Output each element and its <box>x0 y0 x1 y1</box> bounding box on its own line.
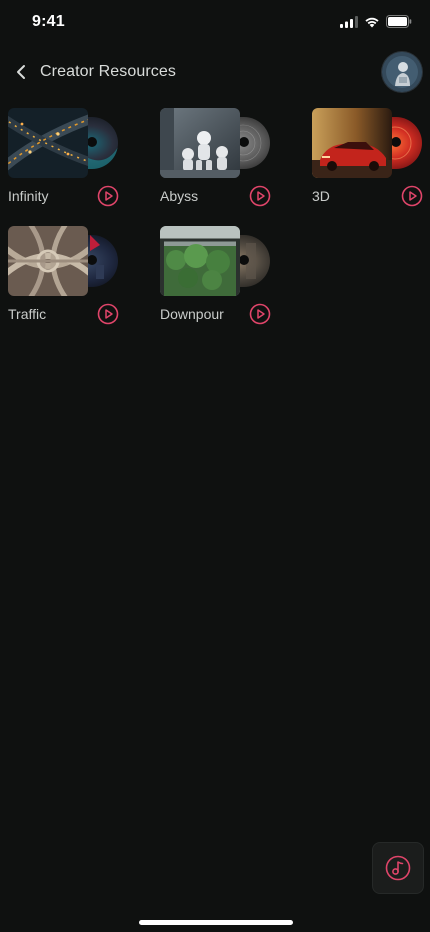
status-bar: 9:41 <box>0 0 430 46</box>
disc-hole <box>87 137 97 147</box>
resource-title: Abyss <box>160 188 199 204</box>
home-indicator[interactable] <box>139 920 293 925</box>
resource-title: Downpour <box>160 306 224 322</box>
resource-card-abyss[interactable]: Abyss <box>160 108 280 218</box>
play-circle-icon[interactable] <box>97 303 119 325</box>
play-circle-icon[interactable] <box>401 185 423 207</box>
back-button[interactable] <box>10 60 32 84</box>
resource-card-infinity[interactable]: Infinity <box>8 108 128 218</box>
resource-card-traffic[interactable]: Traffic <box>8 226 128 336</box>
resource-title: 3D <box>312 188 330 204</box>
cover-image <box>160 226 240 296</box>
play-circle-icon[interactable] <box>97 185 119 207</box>
profile-avatar <box>382 52 422 92</box>
play-circle-icon[interactable] <box>249 303 271 325</box>
resource-card-downpour[interactable]: Downpour <box>160 226 280 336</box>
status-icons <box>340 15 412 28</box>
status-time: 9:41 <box>32 13 65 30</box>
disc-hole <box>87 255 97 265</box>
music-note-icon <box>385 855 411 881</box>
battery-icon <box>386 15 412 28</box>
cover-image <box>8 226 88 296</box>
header: Creator Resources <box>0 50 430 96</box>
disc-hole <box>239 137 249 147</box>
signal-icon <box>340 15 358 28</box>
resource-title: Traffic <box>8 306 47 322</box>
cover-image <box>312 108 392 178</box>
disc-hole <box>239 255 249 265</box>
avatar[interactable] <box>382 52 422 92</box>
chevron-left-icon <box>17 65 25 79</box>
cover-image <box>8 108 88 178</box>
page-title: Creator Resources <box>40 63 176 80</box>
resource-title: Infinity <box>8 188 49 204</box>
resource-card-3d[interactable]: 3D <box>312 108 430 218</box>
music-button[interactable] <box>372 842 424 894</box>
cover-image <box>160 108 240 178</box>
disc-hole <box>391 137 401 147</box>
play-circle-icon[interactable] <box>249 185 271 207</box>
wifi-icon <box>365 17 379 27</box>
